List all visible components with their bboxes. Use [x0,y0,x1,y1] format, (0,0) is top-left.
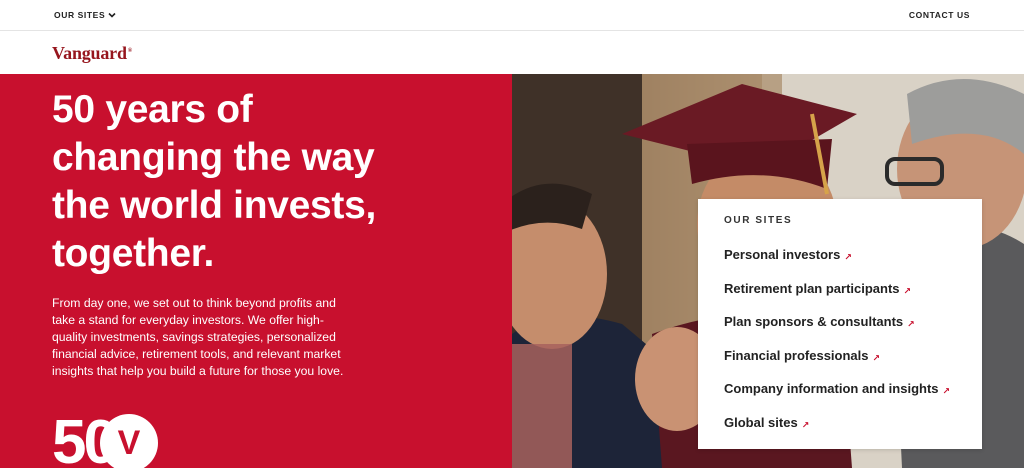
external-arrow-icon: ↗ [844,252,852,262]
site-link-label: Financial professionals [724,347,869,363]
our-sites-label: OUR SITES [54,10,106,20]
site-link-personal-investors[interactable]: Personal investors ↗ [724,243,950,277]
external-arrow-icon: ↗ [872,352,881,363]
site-link-company-information[interactable]: Company information and insights ↗ [724,377,950,411]
hero-description-line: quality investments, savings strategies,… [52,330,336,344]
site-link-global-sites[interactable]: Global sites ↗ [724,411,950,445]
site-link-label: Global sites [724,414,798,430]
our-sites-menu: OUR SITES Personal investors ↗ Retiremen… [698,199,982,449]
anniversary-mark: V [117,423,141,462]
vanguard-logo[interactable]: Vanguard® [52,43,132,64]
site-link-plan-sponsors[interactable]: Plan sponsors & consultants ↗ [724,310,950,344]
hero-title-line: 50 years of [52,88,253,131]
logo-text: Vanguard [52,43,127,63]
anniversary-50-logo: 50 V [52,412,162,468]
hero-title-line: together. [52,232,214,275]
site-header: Vanguard® [0,31,1024,74]
hero-title: 50 years of changing the way the world i… [52,86,492,278]
hero-description-line: insights that help you build a future fo… [52,364,344,378]
site-link-financial-professionals[interactable]: Financial professionals ↗ [724,344,950,378]
sites-menu-title: OUR SITES [724,215,793,226]
utility-bar: OUR SITES CONTACT US [0,0,1024,31]
hero-description-line: take a stand for everyday investors. We … [52,313,324,327]
external-arrow-icon: ↗ [907,319,915,330]
hero-panel: 50 years of changing the way the world i… [0,74,512,468]
contact-us-link[interactable]: CONTACT US [909,10,970,20]
our-sites-dropdown[interactable]: OUR SITES [54,10,116,20]
hero-title-line: changing the way [52,136,375,179]
external-arrow-icon: ↗ [801,419,810,430]
hero-description: From day one, we set out to think beyond… [52,295,392,380]
site-link-label: Retirement plan participants [724,280,900,296]
site-link-label: Company information and insights [724,381,939,397]
sites-menu-list: Personal investors ↗ Retirement plan par… [724,243,950,445]
site-link-retirement-plan-participants[interactable]: Retirement plan participants ↗ [724,277,950,311]
external-arrow-icon: ↗ [942,386,951,397]
chevron-down-icon [108,12,116,18]
site-link-label: Plan sponsors & consultants [724,314,904,330]
logo-registered-mark: ® [127,48,133,54]
anniversary-circle: V [100,414,158,468]
hero-description-line: financial advice, retirement tools, and … [52,347,341,361]
site-link-label: Personal investors [724,247,841,262]
external-arrow-icon: ↗ [903,285,912,296]
hero-title-line: the world invests, [52,184,377,227]
hero-description-line: From day one, we set out to think beyond… [52,296,336,310]
